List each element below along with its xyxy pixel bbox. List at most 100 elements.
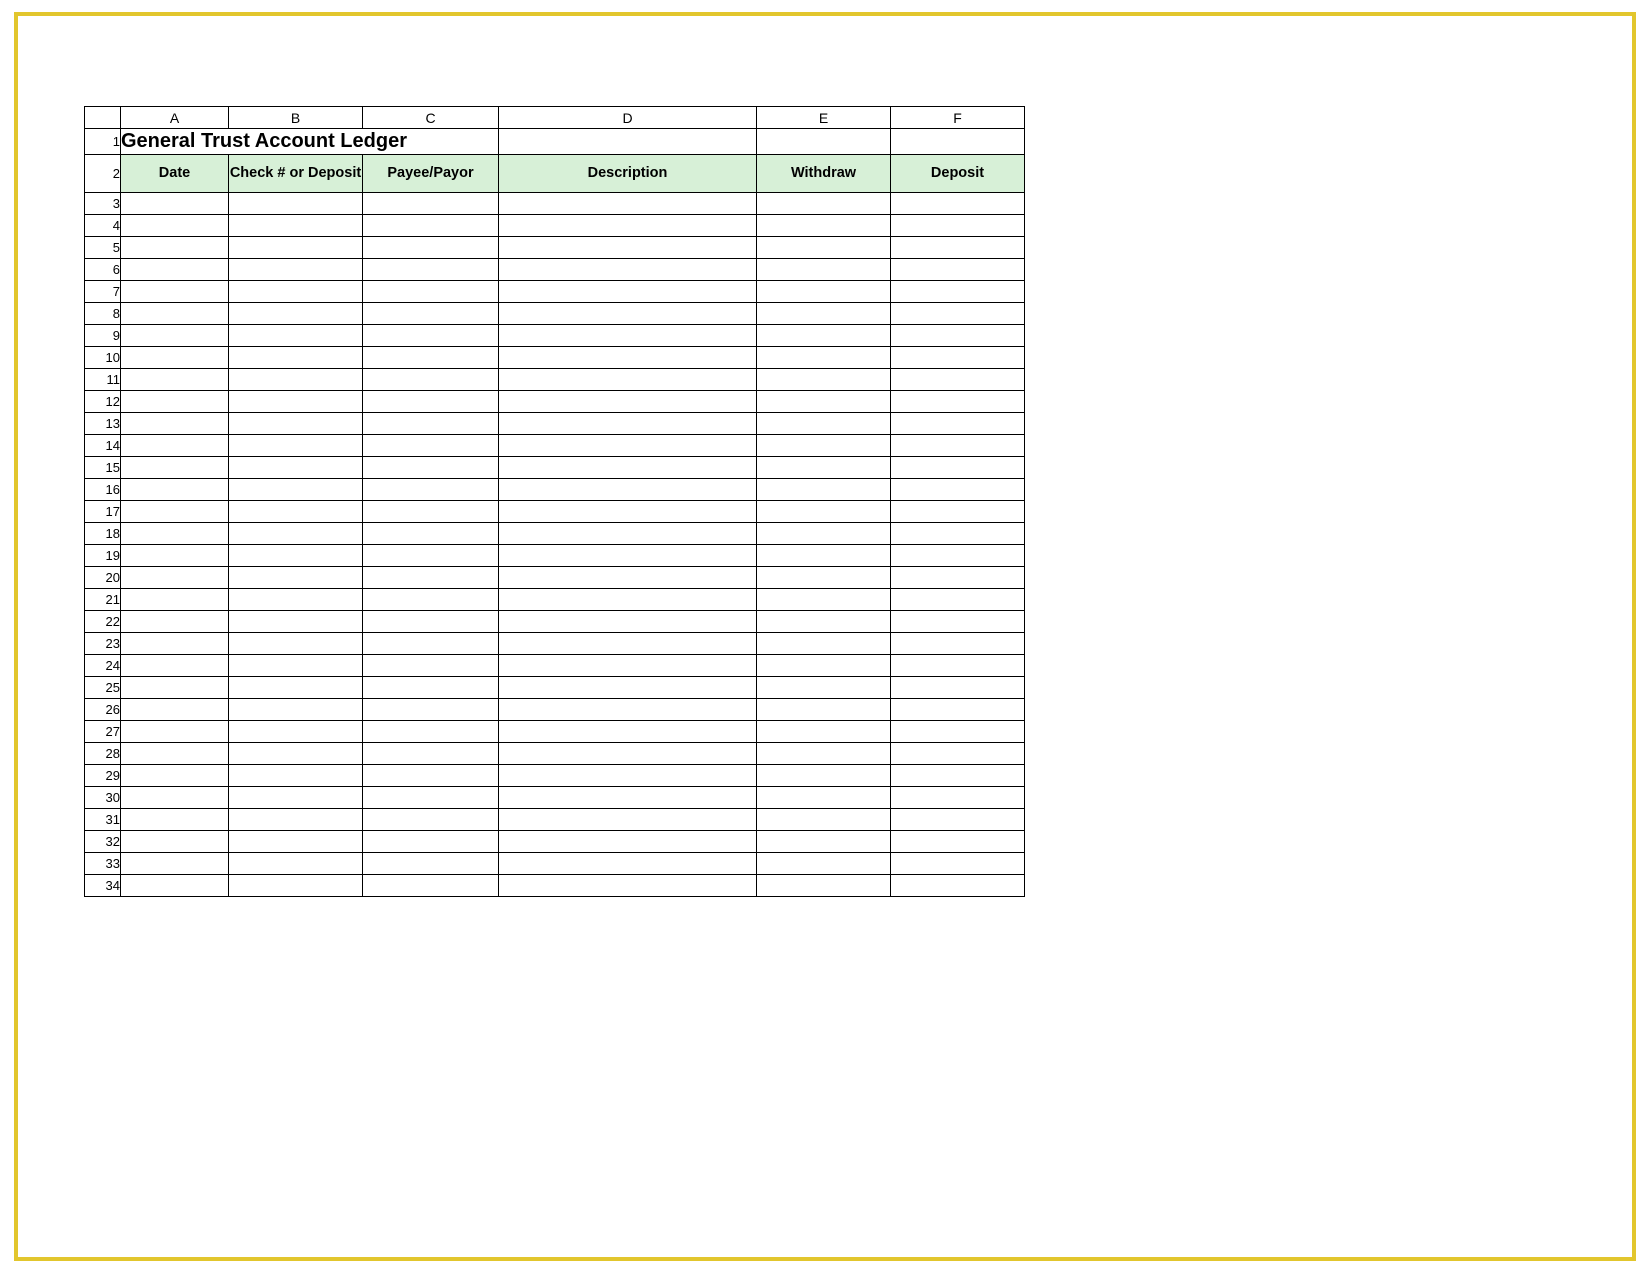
cell-F17[interactable] — [891, 501, 1025, 523]
cell-E3[interactable] — [757, 193, 891, 215]
cell-B7[interactable] — [229, 281, 363, 303]
cell-F30[interactable] — [891, 787, 1025, 809]
cell-B31[interactable] — [229, 809, 363, 831]
cell-E4[interactable] — [757, 215, 891, 237]
cell-D31[interactable] — [499, 809, 757, 831]
cell-D15[interactable] — [499, 457, 757, 479]
cell-E18[interactable] — [757, 523, 891, 545]
cell-C23[interactable] — [363, 633, 499, 655]
cell-C9[interactable] — [363, 325, 499, 347]
cell-B22[interactable] — [229, 611, 363, 633]
cell-A9[interactable] — [121, 325, 229, 347]
cell-B11[interactable] — [229, 369, 363, 391]
cell-E15[interactable] — [757, 457, 891, 479]
cell-F15[interactable] — [891, 457, 1025, 479]
cell-A13[interactable] — [121, 413, 229, 435]
cell-A19[interactable] — [121, 545, 229, 567]
row-header-12[interactable]: 12 — [85, 391, 121, 413]
cell-A10[interactable] — [121, 347, 229, 369]
cell-B28[interactable] — [229, 743, 363, 765]
cell-C19[interactable] — [363, 545, 499, 567]
row-header-14[interactable]: 14 — [85, 435, 121, 457]
cell-B14[interactable] — [229, 435, 363, 457]
cell-B34[interactable] — [229, 875, 363, 897]
row-header-18[interactable]: 18 — [85, 523, 121, 545]
cell-F12[interactable] — [891, 391, 1025, 413]
row-header-29[interactable]: 29 — [85, 765, 121, 787]
cell-E8[interactable] — [757, 303, 891, 325]
col-header-A[interactable]: A — [121, 107, 229, 129]
cell-C17[interactable] — [363, 501, 499, 523]
cell-D32[interactable] — [499, 831, 757, 853]
cell-E20[interactable] — [757, 567, 891, 589]
cell-B32[interactable] — [229, 831, 363, 853]
cell-E32[interactable] — [757, 831, 891, 853]
cell-F1[interactable] — [891, 129, 1025, 155]
cell-A27[interactable] — [121, 721, 229, 743]
cell-E22[interactable] — [757, 611, 891, 633]
cell-A34[interactable] — [121, 875, 229, 897]
cell-A3[interactable] — [121, 193, 229, 215]
cell-C14[interactable] — [363, 435, 499, 457]
cell-A28[interactable] — [121, 743, 229, 765]
cell-F34[interactable] — [891, 875, 1025, 897]
cell-F27[interactable] — [891, 721, 1025, 743]
cell-D5[interactable] — [499, 237, 757, 259]
cell-E33[interactable] — [757, 853, 891, 875]
cell-F22[interactable] — [891, 611, 1025, 633]
row-header-23[interactable]: 23 — [85, 633, 121, 655]
cell-C25[interactable] — [363, 677, 499, 699]
cell-B4[interactable] — [229, 215, 363, 237]
cell-F8[interactable] — [891, 303, 1025, 325]
cell-F3[interactable] — [891, 193, 1025, 215]
cell-D12[interactable] — [499, 391, 757, 413]
row-header-2[interactable]: 2 — [85, 155, 121, 193]
cell-B17[interactable] — [229, 501, 363, 523]
cell-B6[interactable] — [229, 259, 363, 281]
cell-C33[interactable] — [363, 853, 499, 875]
cell-D26[interactable] — [499, 699, 757, 721]
cell-B3[interactable] — [229, 193, 363, 215]
cell-F19[interactable] — [891, 545, 1025, 567]
row-header-3[interactable]: 3 — [85, 193, 121, 215]
cell-B24[interactable] — [229, 655, 363, 677]
cell-C24[interactable] — [363, 655, 499, 677]
cell-B13[interactable] — [229, 413, 363, 435]
row-header-25[interactable]: 25 — [85, 677, 121, 699]
cell-C13[interactable] — [363, 413, 499, 435]
cell-C16[interactable] — [363, 479, 499, 501]
cell-A29[interactable] — [121, 765, 229, 787]
header-payee-payor[interactable]: Payee/Payor — [363, 155, 499, 193]
cell-C28[interactable] — [363, 743, 499, 765]
cell-A26[interactable] — [121, 699, 229, 721]
row-header-11[interactable]: 11 — [85, 369, 121, 391]
row-header-24[interactable]: 24 — [85, 655, 121, 677]
cell-D28[interactable] — [499, 743, 757, 765]
cell-B29[interactable] — [229, 765, 363, 787]
cell-A14[interactable] — [121, 435, 229, 457]
row-header-27[interactable]: 27 — [85, 721, 121, 743]
cell-B16[interactable] — [229, 479, 363, 501]
cell-A8[interactable] — [121, 303, 229, 325]
cell-A11[interactable] — [121, 369, 229, 391]
cell-D29[interactable] — [499, 765, 757, 787]
cell-B25[interactable] — [229, 677, 363, 699]
cell-D27[interactable] — [499, 721, 757, 743]
row-header-7[interactable]: 7 — [85, 281, 121, 303]
cell-F18[interactable] — [891, 523, 1025, 545]
cell-D10[interactable] — [499, 347, 757, 369]
cell-F9[interactable] — [891, 325, 1025, 347]
cell-A25[interactable] — [121, 677, 229, 699]
col-header-F[interactable]: F — [891, 107, 1025, 129]
cell-F4[interactable] — [891, 215, 1025, 237]
cell-A24[interactable] — [121, 655, 229, 677]
cell-D7[interactable] — [499, 281, 757, 303]
cell-B20[interactable] — [229, 567, 363, 589]
row-header-21[interactable]: 21 — [85, 589, 121, 611]
cell-F5[interactable] — [891, 237, 1025, 259]
cell-E9[interactable] — [757, 325, 891, 347]
row-header-26[interactable]: 26 — [85, 699, 121, 721]
col-header-B[interactable]: B — [229, 107, 363, 129]
row-header-16[interactable]: 16 — [85, 479, 121, 501]
cell-F33[interactable] — [891, 853, 1025, 875]
